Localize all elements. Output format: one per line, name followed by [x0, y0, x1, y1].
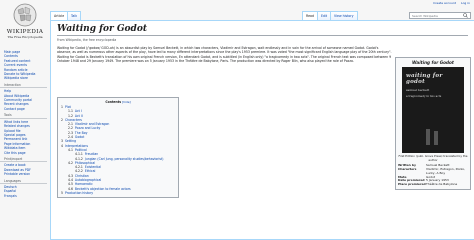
infobox-row: Place premiered Théâtre de Babylone [398, 182, 468, 187]
toc-item-number: 1 [61, 105, 63, 109]
sidebar-heading-interaction: Interaction [0, 83, 47, 89]
toc-header: Contents [hide] [61, 100, 175, 104]
cover-title: waiting for godot [406, 73, 443, 85]
toc-item-number: 4.2 [68, 160, 73, 165]
personal-tools: Create account Log in [429, 1, 470, 5]
toc-item-number: 4.1.1 [75, 152, 83, 157]
sidebar-item-store[interactable]: Wikipedia store [0, 76, 50, 80]
infobox-rows: Written by Samuel Beckett Characters Vladim… [398, 163, 468, 187]
toc-item[interactable]: 5 Production history [61, 191, 175, 195]
table-of-contents: Contents [hide] 1 Plot 1.1 Act I 1.2 Act II 2 C… [57, 97, 179, 199]
wikipedia-logo[interactable]: WIKIPEDIA The Free Encyclopedia [2, 3, 48, 49]
toc-item-label: Production history [64, 190, 94, 195]
toc-list: 1 Plot 1.1 Act I 1.2 Act II 2 Characters 2.1 Vlad… [61, 105, 175, 195]
infobox-caption: First Edition (publ. Grove Press) transl… [398, 154, 468, 162]
tab-view-history[interactable]: View history [330, 11, 358, 20]
sidebar-languages: Languages Deutsch Español Français [0, 179, 50, 199]
sidebar: Main page Contents Featured content Curr… [0, 50, 50, 200]
logo-tagline: The Free Encyclopedia [7, 35, 43, 39]
sidebar-item-cite[interactable]: Cite this page [0, 151, 50, 155]
toc-item-number: 4.1 [68, 147, 73, 152]
toc-item-number: 3 [61, 139, 63, 144]
tab-article[interactable]: Article [50, 11, 69, 20]
sidebar-navigation: Main page Contents Featured content Curr… [0, 50, 50, 81]
sidebar-tools: Tools What links here Related changes Up… [0, 113, 50, 155]
cover-figure [434, 131, 438, 145]
toc-title: Contents [105, 100, 122, 104]
create-account-link[interactable]: Create account [433, 1, 456, 5]
toc-item-number: 2 [61, 117, 63, 122]
infobox: Waiting for Godot waiting for godot samu… [395, 57, 471, 190]
lead-paragraph: Waiting for Godot (/ˈɡɒdoʊ/ GOD-oh) is a… [57, 46, 392, 64]
page-tagline: From Wikipedia, the free encyclopedia [57, 38, 117, 42]
page-title: Waiting for Godot [57, 24, 468, 36]
sidebar-item-printable[interactable]: Printable version [0, 172, 50, 176]
tab-read[interactable]: Read [302, 11, 319, 20]
sidebar-print: Print/export Create a book Download as P… [0, 157, 50, 177]
infobox-title: Waiting for Godot [412, 60, 454, 65]
sidebar-interaction: Interaction Help About Wikipedia Communi… [0, 83, 50, 111]
tab-talk[interactable]: Talk [67, 11, 82, 20]
toc-item-number: 5 [61, 190, 63, 195]
sidebar-heading-print: Print/export [0, 157, 47, 163]
toc-item-number: 4 [61, 143, 63, 148]
toc-item-number: 4.5 [68, 182, 73, 187]
toc-item-number: 2.2 [68, 126, 73, 131]
page-tabs: Article Talk Read Edit View history Sear… [50, 11, 474, 20]
infobox-label: Place premiered [398, 182, 426, 187]
book-cover-image[interactable]: waiting for godot samuel beckett a tragi… [402, 67, 464, 153]
toc-item-number: 1.1 [68, 109, 73, 114]
sidebar-heading-tools: Tools [0, 113, 47, 119]
toc-item-label: Godot [74, 135, 85, 140]
cover-author: samuel beckett [406, 88, 430, 92]
sidebar-heading-languages: Languages [0, 179, 47, 184]
cover-subtitle: a tragicomedy in two acts [406, 94, 442, 98]
login-link[interactable]: Log in [461, 1, 470, 5]
cover-figure [426, 129, 430, 145]
sidebar-item-lang-fr[interactable]: Français [0, 194, 50, 198]
main-content: Waiting for Godot From Wikipedia, the fr… [50, 20, 474, 240]
sidebar-item-contact[interactable]: Contact page [0, 107, 50, 111]
search-input[interactable]: Search Wikipedia [409, 12, 471, 19]
toc-hide-link[interactable]: [hide] [122, 100, 131, 104]
toc-item-label: Jungian (Carl Jung, personality studies/… [84, 156, 164, 161]
globe-icon [13, 3, 37, 27]
infobox-value[interactable]: Théâtre de Babylone [426, 182, 468, 187]
search-icon[interactable] [463, 13, 468, 18]
